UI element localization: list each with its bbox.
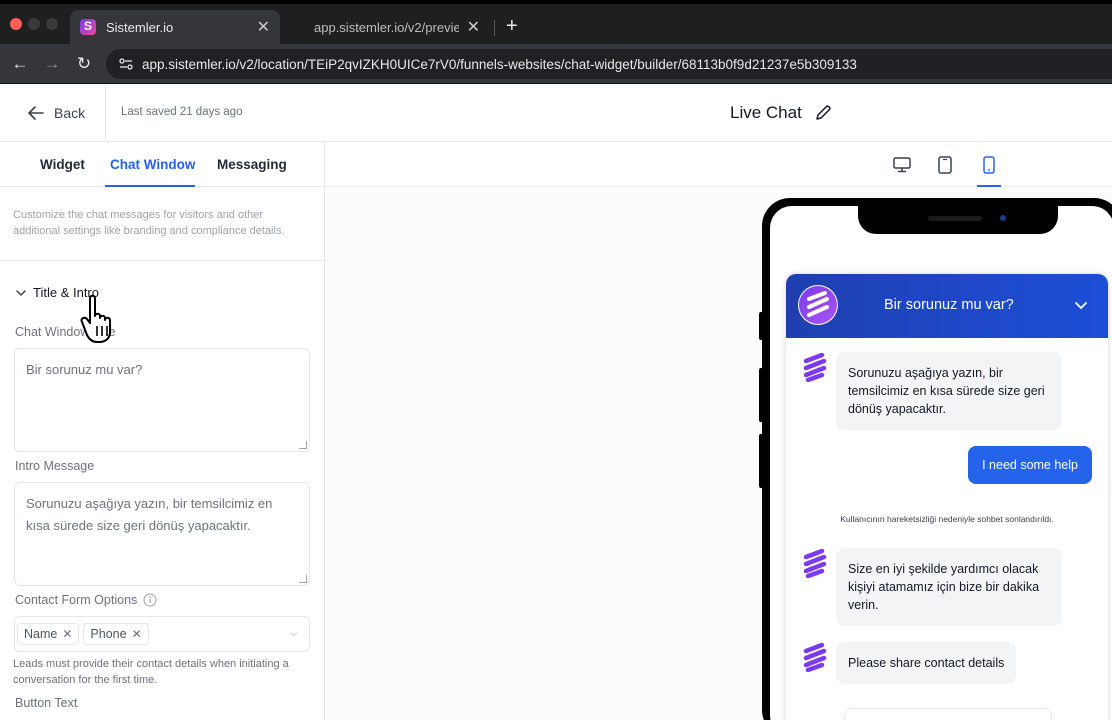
maximize-window-button[interactable] xyxy=(46,18,58,30)
desktop-icon[interactable] xyxy=(891,154,913,176)
site-settings-icon[interactable] xyxy=(118,56,134,72)
chat-window-title-input[interactable]: Bir sorunuz mu var? xyxy=(14,348,310,452)
user-message: I need some help xyxy=(968,446,1092,484)
pencil-icon[interactable] xyxy=(814,104,832,122)
phone-notch xyxy=(858,206,1058,234)
phone-frame: Bir sorunuz mu var? Sorunuzu aşağıya yaz… xyxy=(762,198,1112,720)
resize-handle[interactable] xyxy=(299,575,307,583)
chat-header: Bir sorunuz mu var? xyxy=(786,274,1108,338)
browser-tab-inactive[interactable]: app.sistemler.io/v2/preview/C ✕ xyxy=(302,10,492,44)
remove-chip-icon[interactable]: ✕ xyxy=(62,627,72,641)
tab-widget[interactable]: Widget xyxy=(40,157,85,172)
browser-tab-active[interactable]: Sistemler.io ✕ xyxy=(70,10,280,44)
tab-title: Sistemler.io xyxy=(106,19,174,35)
last-saved-text: Last saved 21 days ago xyxy=(121,106,243,118)
chat-message: Please share contact details xyxy=(836,642,1017,684)
panel-divider xyxy=(0,260,324,261)
brand-logo-icon xyxy=(798,285,838,325)
browser-address-bar: ← → ↻ app.sistemler.io/v2/location/TEiP2… xyxy=(0,44,1112,84)
minimize-window-button[interactable] xyxy=(28,18,40,30)
new-tab-button[interactable]: + xyxy=(506,16,518,36)
device-toggle-bar xyxy=(326,142,1112,187)
url-text: app.sistemler.io/v2/location/TEiP2qvIZKH… xyxy=(142,56,857,72)
chip-name: Name ✕ xyxy=(17,623,80,645)
contact-form-options-label: Contact Form Options xyxy=(15,593,157,607)
header-divider xyxy=(105,85,106,142)
chip-phone: Phone ✕ xyxy=(83,623,149,645)
browser-back-icon[interactable]: ← xyxy=(10,54,30,74)
tab-title: app.sistemler.io/v2/preview/C xyxy=(314,19,459,35)
phone-camera xyxy=(1000,215,1006,221)
tab-messaging[interactable]: Messaging xyxy=(217,157,287,172)
window-controls xyxy=(10,18,58,30)
tab-separator xyxy=(494,20,495,36)
back-label: Back xyxy=(54,105,86,121)
selected-device-indicator xyxy=(977,185,1001,187)
contact-form-options-text: Contact Form Options xyxy=(15,593,138,607)
preview-canvas: Bir sorunuz mu var? Sorunuzu aşağıya yaz… xyxy=(326,142,1112,720)
chevron-down-icon[interactable] xyxy=(289,629,299,639)
contact-form-help: Leads must provide their contact details… xyxy=(13,658,289,686)
close-window-button[interactable] xyxy=(10,18,22,30)
chat-message: Sorunuzu aşağıya yazın, bir temsilcimiz … xyxy=(836,352,1062,430)
active-tab-indicator xyxy=(105,185,195,187)
builder-header: Back Last saved 21 days ago Live Chat xyxy=(0,85,1112,142)
remove-chip-icon[interactable]: ✕ xyxy=(132,627,142,641)
browser-reload-icon[interactable]: ↻ xyxy=(74,54,94,74)
info-icon[interactable] xyxy=(143,593,157,607)
browser-forward-icon[interactable]: → xyxy=(42,54,62,74)
intro-message-label: Intro Message xyxy=(15,459,95,473)
tab-chat-window[interactable]: Chat Window xyxy=(110,157,195,172)
url-field[interactable]: app.sistemler.io/v2/location/TEiP2qvIZKH… xyxy=(106,49,1112,79)
phone-speaker xyxy=(928,216,982,221)
widget-title: Live Chat xyxy=(730,103,832,123)
arrow-left-icon xyxy=(28,106,44,120)
intro-message-input[interactable]: Sorunuzu aşağıya yazın, bir temsilcimiz … xyxy=(14,482,310,586)
chevron-down-icon xyxy=(16,289,26,296)
panel-description: Customize the chat messages for visitors… xyxy=(13,209,285,237)
bot-avatar-icon xyxy=(803,642,827,672)
browser-tab-bar: Sistemler.io ✕ app.sistemler.io/v2/previ… xyxy=(0,0,1112,44)
bot-avatar-icon xyxy=(803,548,827,578)
intro-message-value: Sorunuzu aşağıya yazın, bir temsilcimiz … xyxy=(26,496,273,533)
mobile-icon[interactable] xyxy=(978,154,1000,176)
chat-message: Size en iyi şekilde yardımcı olacak kişi… xyxy=(836,548,1062,626)
chat-window-title-value: Bir sorunuz mu var? xyxy=(26,362,143,377)
hand-cursor-icon xyxy=(80,294,111,343)
chevron-down-icon[interactable] xyxy=(1074,298,1088,312)
resize-handle[interactable] xyxy=(299,441,307,449)
settings-tabs: Widget Chat Window Messaging xyxy=(0,142,324,187)
contact-form-options-select[interactable]: Name ✕ Phone ✕ xyxy=(14,616,310,652)
chip-label: Name xyxy=(24,627,58,641)
button-text-label: Button Text xyxy=(15,696,78,710)
widget-title-text: Live Chat xyxy=(730,103,802,122)
settings-panel: Widget Chat Window Messaging Customize t… xyxy=(0,142,325,720)
system-note: Kullanıcının hareketsizliği nedeniyle so… xyxy=(840,514,1054,524)
sistemler-favicon-icon xyxy=(80,19,96,35)
contact-form-field[interactable] xyxy=(844,708,1052,720)
tab-close-icon[interactable]: ✕ xyxy=(257,17,270,37)
bot-avatar-icon xyxy=(803,352,827,382)
tab-close-icon[interactable]: ✕ xyxy=(467,17,480,37)
back-button[interactable]: Back xyxy=(28,105,85,121)
chip-label: Phone xyxy=(90,627,127,641)
chat-title: Bir sorunuz mu var? xyxy=(884,297,1014,313)
phone-screen: Bir sorunuz mu var? Sorunuzu aşağıya yaz… xyxy=(770,206,1112,720)
chat-widget: Bir sorunuz mu var? Sorunuzu aşağıya yaz… xyxy=(786,274,1108,720)
tablet-icon[interactable] xyxy=(934,154,956,176)
